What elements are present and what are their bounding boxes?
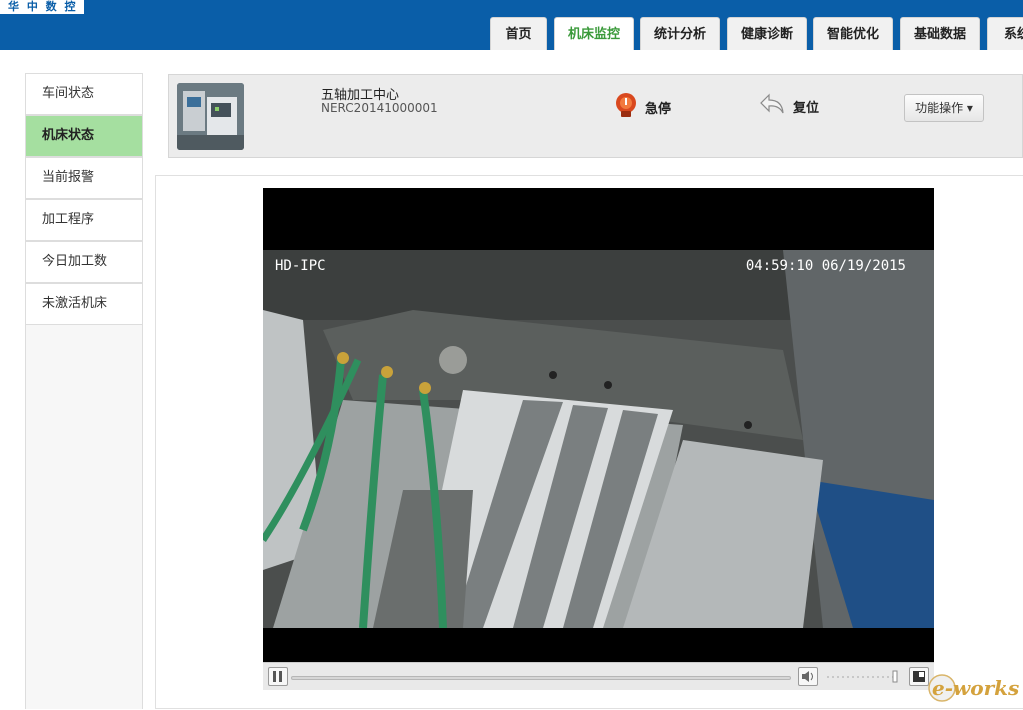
tab-health-diagnosis[interactable]: 健康诊断: [727, 17, 807, 50]
function-operations-dropdown[interactable]: 功能操作 ▾: [904, 94, 984, 122]
brand-logo: 华 中 数 控: [0, 0, 84, 14]
fullscreen-icon: [913, 671, 925, 682]
seek-bar[interactable]: [291, 676, 791, 680]
sidebar-item-machine-status[interactable]: 机床状态: [25, 115, 143, 157]
tab-machine-monitor[interactable]: 机床监控: [554, 17, 634, 50]
sidebar-item-programs[interactable]: 加工程序: [25, 199, 143, 241]
reset-icon: [759, 91, 787, 121]
sidebar: 车间状态 机床状态 当前报警 加工程序 今日加工数 未激活机床: [25, 73, 143, 709]
video-controls: [263, 662, 934, 690]
machine-thumbnail: [177, 83, 244, 150]
estop-icon: [613, 92, 639, 122]
sidebar-item-today-count[interactable]: 今日加工数: [25, 241, 143, 283]
eworks-watermark: e-works: [928, 670, 1020, 706]
top-header: 华 中 数 控 首页 机床监控 统计分析 健康诊断 智能优化 基础数据 系统: [0, 0, 1023, 50]
tab-smart-optimization[interactable]: 智能优化: [813, 17, 893, 50]
fullscreen-button[interactable]: [909, 667, 929, 686]
machine-id: NERC20141000001: [321, 101, 438, 115]
pause-button[interactable]: [268, 667, 288, 686]
tab-home[interactable]: 首页: [490, 17, 547, 50]
emergency-stop-button[interactable]: 急停: [613, 92, 672, 122]
volume-slider[interactable]: [825, 669, 901, 685]
sidebar-item-workshop-status[interactable]: 车间状态: [25, 73, 143, 115]
tab-system[interactable]: 系统: [987, 17, 1023, 50]
volume-button[interactable]: [798, 667, 818, 686]
video-player[interactable]: HD-IPC 04:59:10 06/19/2015: [263, 188, 934, 662]
speaker-icon: [802, 671, 813, 682]
reset-button[interactable]: 复位: [759, 93, 819, 119]
reset-label: 复位: [793, 100, 820, 116]
camera-feed: HD-IPC 04:59:10 06/19/2015: [263, 250, 934, 628]
tab-base-data[interactable]: 基础数据: [900, 17, 980, 50]
sidebar-item-current-alarms[interactable]: 当前报警: [25, 157, 143, 199]
camera-label: HD-IPC: [275, 258, 326, 274]
pause-icon: [273, 671, 282, 682]
watermark-text: e-works: [932, 676, 1019, 700]
machine-info-bar: 五轴加工中心 NERC20141000001 急停 复位 功能操作 ▾: [168, 74, 1023, 158]
tab-statistics[interactable]: 统计分析: [640, 17, 720, 50]
estop-label: 急停: [645, 101, 672, 117]
sidebar-item-inactive-machines[interactable]: 未激活机床: [25, 283, 143, 325]
camera-timestamp: 04:59:10 06/19/2015: [745, 258, 906, 274]
